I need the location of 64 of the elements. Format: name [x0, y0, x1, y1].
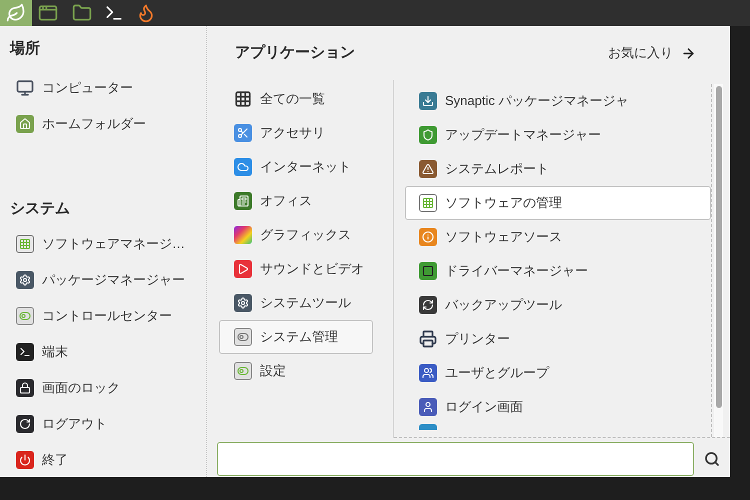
system-item[interactable]: 画面のロック: [10, 370, 206, 406]
category-item[interactable]: 全ての一覧: [219, 82, 373, 116]
play-icon: [234, 260, 252, 278]
lock-icon: [16, 379, 34, 397]
gear-icon: [234, 294, 252, 312]
app-item[interactable]: バックアップツール: [405, 288, 711, 322]
color-gradient-icon: [234, 226, 252, 244]
info-icon: [419, 228, 437, 246]
app-item[interactable]: アップデートマネージャー: [405, 118, 711, 152]
place-item[interactable]: ホームフォルダー: [10, 106, 206, 142]
system-item[interactable]: 終了: [10, 442, 206, 478]
printer-icon: [419, 330, 437, 348]
document-icon: [234, 192, 252, 210]
users-icon: [419, 364, 437, 382]
search-icon: [704, 451, 720, 467]
applications-title: アプリケーション: [235, 42, 355, 63]
toggle-icon: [16, 307, 34, 325]
category-item[interactable]: オフィス: [219, 184, 373, 218]
system-item[interactable]: 端末: [10, 334, 206, 370]
user-icon: [419, 398, 437, 416]
place-item[interactable]: コンピューター: [10, 70, 206, 106]
toggle-icon: [234, 328, 252, 346]
app-item[interactable]: システムレポート: [405, 152, 711, 186]
monitor-icon: [16, 79, 34, 97]
app-item[interactable]: ソフトウェアソース: [405, 220, 711, 254]
search-field[interactable]: [217, 442, 694, 476]
grid-icon: [234, 90, 252, 108]
cloud-icon: [234, 158, 252, 176]
app-item[interactable]: ユーザとグループ: [405, 356, 711, 390]
grid-icon: [16, 235, 34, 253]
app-item[interactable]: プリンター: [405, 322, 711, 356]
system-item[interactable]: ソフトウェアマネージ…: [10, 226, 206, 262]
toggle-icon: [234, 362, 252, 380]
grid-icon: [419, 194, 437, 212]
category-item[interactable]: システムツール: [219, 286, 373, 320]
shield-icon: [419, 126, 437, 144]
arrow-right-icon: [681, 46, 696, 60]
category-item[interactable]: グラフィックス: [219, 218, 373, 252]
folder-home-icon: [16, 115, 34, 133]
download-icon: [419, 92, 437, 110]
category-item[interactable]: インターネット: [219, 150, 373, 184]
logout-icon: [16, 415, 34, 433]
category-item[interactable]: アクセサリ: [219, 116, 373, 150]
section-title: システム: [10, 199, 71, 218]
app-item[interactable]: ドライバーマネージャー: [405, 254, 711, 288]
app-item[interactable]: ソフトウェアの管理: [405, 186, 711, 220]
refresh-icon: [419, 296, 437, 314]
category-item[interactable]: 設定: [219, 354, 373, 388]
power-icon: [16, 451, 34, 469]
gear-icon: [16, 271, 34, 289]
system-item[interactable]: パッケージマネージャー: [10, 262, 206, 298]
favorites-link[interactable]: お気に入り: [608, 43, 696, 63]
app-item[interactable]: ログイン画面: [405, 390, 711, 424]
app-icon: [419, 424, 437, 430]
category-item[interactable]: システム管理: [219, 320, 373, 354]
scissors-icon: [234, 124, 252, 142]
category-item[interactable]: サウンドとビデオ: [219, 252, 373, 286]
system-item[interactable]: コントロールセンター: [10, 298, 206, 334]
chip-icon: [419, 262, 437, 280]
app-item[interactable]: Synaptic パッケージマネージャ: [405, 84, 711, 118]
section-title: 場所: [10, 39, 41, 58]
terminal-icon: [16, 343, 34, 361]
system-item[interactable]: ログアウト: [10, 406, 206, 442]
warning-icon: [419, 160, 437, 178]
